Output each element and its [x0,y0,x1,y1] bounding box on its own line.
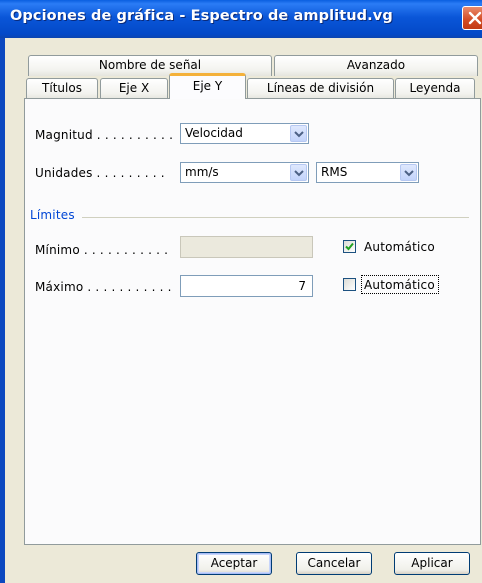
section-divider [82,217,469,218]
cancel-button[interactable]: Cancelar [296,552,372,575]
title-bar[interactable]: Opciones de gráfica - Espectro de amplit… [0,0,482,38]
apply-button[interactable]: Aplicar [394,552,470,575]
tab-eje-x[interactable]: Eje X [100,78,168,99]
maximo-auto-checkbox[interactable] [343,278,356,291]
chevron-down-icon [294,131,304,138]
maximo-label: Máximo . . . . . . . . . . . [35,280,172,294]
minimo-auto-label[interactable]: Automático [364,240,435,254]
tab-label: Eje X [118,81,150,95]
minimo-auto-checkbox[interactable] [343,240,356,253]
dropdown-button[interactable] [290,125,307,142]
dropdown-button[interactable] [400,164,417,181]
dropdown-button[interactable] [290,164,307,181]
tab-label: Avanzado [346,58,406,72]
unidades-select[interactable]: mm/s [180,162,309,183]
chevron-down-icon [404,170,414,177]
limites-section-label: Límites [30,208,75,222]
tab-leyenda[interactable]: Leyenda [395,78,475,99]
close-icon [468,11,482,25]
unidades-value: mm/s [185,165,219,179]
tab-panel-eje-y: Magnitud . . . . . . . . . . Velocidad U… [24,98,481,545]
minimo-label: Mínimo . . . . . . . . . . . [35,243,169,257]
options-dialog: Opciones de gráfica - Espectro de amplit… [0,0,482,583]
magnitud-value: Velocidad [185,126,243,140]
maximo-auto-label[interactable]: Automático [364,278,435,292]
ok-button[interactable]: Aceptar [196,552,272,575]
tab-eje-y[interactable]: Eje Y [169,73,246,99]
maximo-input[interactable]: 7 [180,275,313,297]
tab-label: Eje Y [192,79,223,93]
tab-avanzado[interactable]: Avanzado [274,55,478,76]
tab-label: Títulos [42,81,82,95]
valor-type-select[interactable]: RMS [316,162,419,183]
maximo-value: 7 [298,279,306,293]
chevron-down-icon [294,170,304,177]
tab-titulos[interactable]: Títulos [26,78,98,99]
window-left-border [0,38,5,583]
close-button[interactable] [462,6,482,30]
checkmark-icon [345,242,354,251]
tab-label: Líneas de división [266,81,375,95]
tab-label: Leyenda [409,81,461,95]
unidades-label: Unidades . . . . . . . . . [35,166,165,180]
window-title: Opciones de gráfica - Espectro de amplit… [10,8,393,24]
valor-type-value: RMS [321,165,348,179]
minimo-input[interactable] [180,236,313,258]
magnitud-label: Magnitud . . . . . . . . . . [35,128,174,142]
tab-label: Nombre de señal [98,58,202,72]
tab-lineas-de-division[interactable]: Líneas de división [247,78,394,99]
magnitud-select[interactable]: Velocidad [180,123,309,144]
